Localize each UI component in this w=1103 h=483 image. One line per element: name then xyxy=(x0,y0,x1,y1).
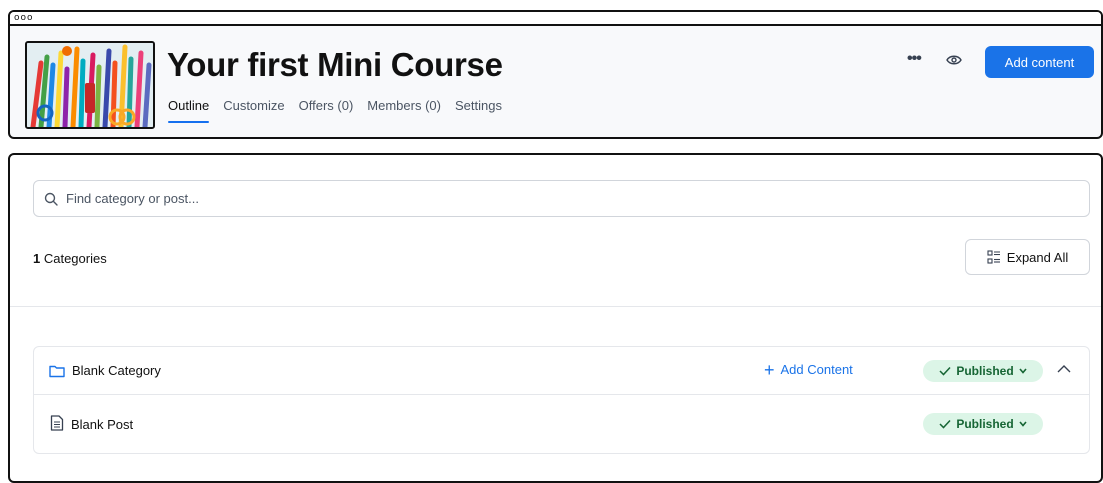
folder-icon xyxy=(49,365,65,378)
course-header-window: ooo Your first Mini Course Outline Custo… xyxy=(8,10,1103,139)
expand-list-icon xyxy=(987,250,1000,264)
expand-all-label: Expand All xyxy=(1006,249,1069,265)
check-icon xyxy=(939,419,951,429)
expand-all-button[interactable]: Expand All xyxy=(965,239,1090,275)
eye-icon[interactable] xyxy=(946,54,962,66)
post-name[interactable]: Blank Post xyxy=(71,417,133,432)
category-card: Blank Category + Add Content Published B… xyxy=(33,346,1090,454)
more-icon[interactable]: ••• xyxy=(907,50,922,68)
course-thumbnail[interactable] xyxy=(25,41,155,129)
categories-count-label: Categories xyxy=(40,251,107,266)
post-row[interactable]: Blank Post Published xyxy=(34,395,1089,453)
category-name[interactable]: Blank Category xyxy=(72,363,161,378)
category-row[interactable]: Blank Category + Add Content Published xyxy=(34,347,1089,395)
status-badge[interactable]: Published xyxy=(923,413,1043,435)
add-content-link[interactable]: + Add Content xyxy=(764,359,853,380)
chevron-down-icon xyxy=(1019,368,1027,374)
search-input[interactable] xyxy=(66,191,1059,206)
window-titlebar: ooo xyxy=(10,12,1101,26)
tab-members[interactable]: Members (0) xyxy=(367,98,441,123)
search-box[interactable] xyxy=(33,180,1090,217)
chevron-up-icon[interactable] xyxy=(1057,364,1071,374)
plus-icon: + xyxy=(764,359,775,380)
tab-offers[interactable]: Offers (0) xyxy=(299,98,354,123)
tab-outline[interactable]: Outline xyxy=(168,98,210,123)
document-icon xyxy=(50,415,64,431)
chevron-down-icon xyxy=(1019,421,1027,427)
status-badge-label: Published xyxy=(956,417,1014,431)
section-divider xyxy=(10,306,1101,307)
check-icon xyxy=(939,366,951,376)
status-badge-label: Published xyxy=(956,364,1014,378)
course-outline-window: 1 Categories Expand All Blank Category +… xyxy=(8,153,1103,483)
window-controls[interactable]: ooo xyxy=(14,13,34,23)
add-content-link-label: Add Content xyxy=(780,362,853,377)
tab-customize[interactable]: Customize xyxy=(223,98,284,123)
page-title: Your first Mini Course xyxy=(167,46,503,83)
course-tabs: Outline Customize Offers (0) Members (0)… xyxy=(168,98,502,123)
add-content-button[interactable]: Add content xyxy=(985,46,1094,78)
search-icon xyxy=(44,192,58,206)
categories-count: 1 Categories xyxy=(33,251,107,266)
tab-settings[interactable]: Settings xyxy=(455,98,502,123)
status-badge[interactable]: Published xyxy=(923,360,1043,382)
